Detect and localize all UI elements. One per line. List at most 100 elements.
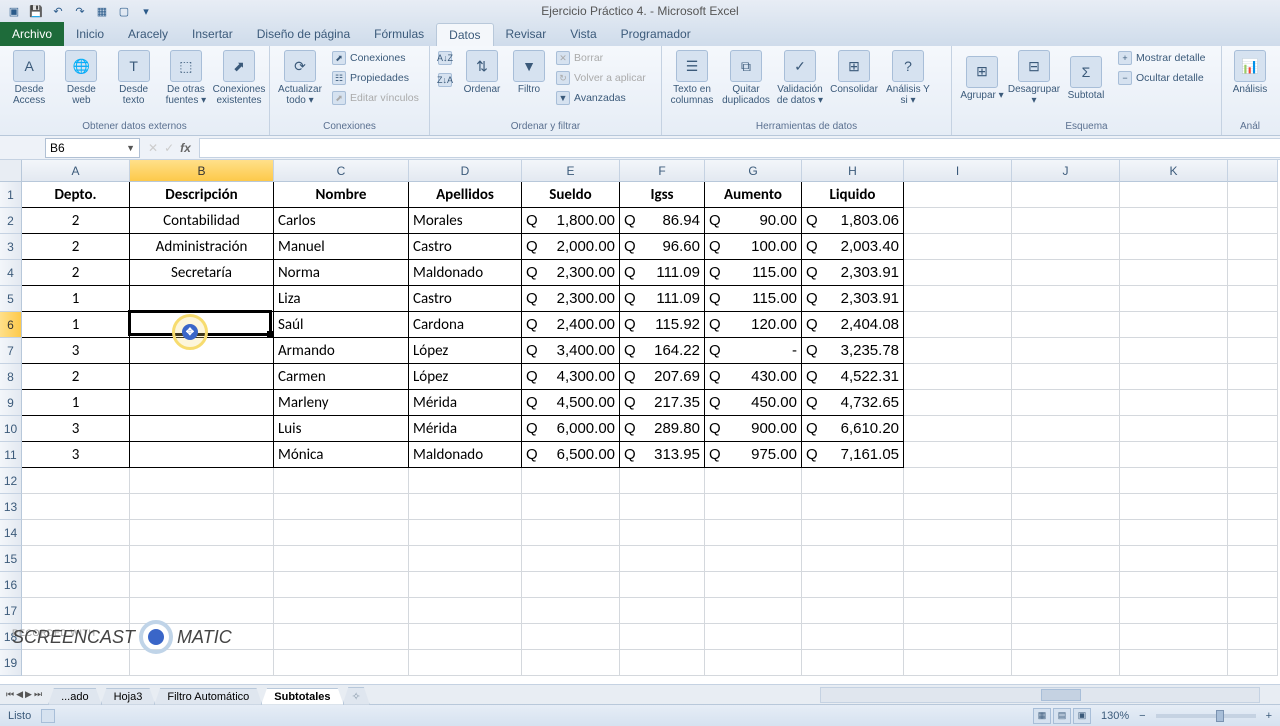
cell[interactable]: Q6,610.20	[802, 416, 904, 442]
cell[interactable]: Castro	[409, 286, 522, 312]
cell[interactable]: 2	[22, 364, 130, 390]
sort-button[interactable]: ⇅ Ordenar	[458, 48, 506, 97]
cell[interactable]	[1120, 572, 1228, 598]
cell[interactable]	[1012, 546, 1120, 572]
cell[interactable]	[1228, 416, 1278, 442]
cell[interactable]: Q4,300.00	[522, 364, 620, 390]
column-header[interactable]: E	[522, 160, 620, 182]
cell[interactable]: Q3,235.78	[802, 338, 904, 364]
cell[interactable]: Q90.00	[705, 208, 802, 234]
cell[interactable]: Q2,303.91	[802, 260, 904, 286]
cell[interactable]	[1120, 234, 1228, 260]
cell[interactable]	[130, 520, 274, 546]
cell[interactable]: Q975.00	[705, 442, 802, 468]
cell[interactable]: López	[409, 338, 522, 364]
cell[interactable]	[1012, 364, 1120, 390]
cell[interactable]	[1120, 208, 1228, 234]
cell[interactable]	[1120, 468, 1228, 494]
cell[interactable]	[1120, 364, 1228, 390]
row-header[interactable]: 5	[0, 286, 22, 312]
cell[interactable]	[130, 312, 274, 338]
cell[interactable]	[130, 338, 274, 364]
sheet-tab[interactable]: Hoja3	[101, 688, 156, 705]
cell[interactable]: Q164.22	[620, 338, 705, 364]
cell[interactable]	[1228, 234, 1278, 260]
cell[interactable]	[1012, 442, 1120, 468]
refresh-all-button[interactable]: ⟳ Actualizar todo ▾	[274, 48, 326, 108]
cell[interactable]: Q289.80	[620, 416, 705, 442]
cell[interactable]	[130, 546, 274, 572]
cell[interactable]: Q4,732.65	[802, 390, 904, 416]
column-header[interactable]	[1228, 160, 1278, 182]
row-header[interactable]: 4	[0, 260, 22, 286]
cell[interactable]: 1	[22, 286, 130, 312]
cell[interactable]	[802, 624, 904, 650]
cell[interactable]: Q86.94	[620, 208, 705, 234]
row-header[interactable]: 1	[0, 182, 22, 208]
tab-inicio[interactable]: Inicio	[64, 23, 116, 46]
horizontal-scrollbar[interactable]	[820, 687, 1260, 703]
cell[interactable]	[802, 546, 904, 572]
cell[interactable]	[1012, 234, 1120, 260]
cell[interactable]	[1228, 312, 1278, 338]
cell[interactable]	[904, 520, 1012, 546]
cell[interactable]	[1228, 442, 1278, 468]
row-header[interactable]: 16	[0, 572, 22, 598]
cell[interactable]	[904, 260, 1012, 286]
cell[interactable]	[1012, 390, 1120, 416]
cell[interactable]	[620, 546, 705, 572]
cell[interactable]: Q2,000.00	[522, 234, 620, 260]
cell[interactable]	[1120, 390, 1228, 416]
cell[interactable]: Q2,303.91	[802, 286, 904, 312]
cell[interactable]	[130, 494, 274, 520]
cell[interactable]	[1228, 182, 1278, 208]
row-header[interactable]: 15	[0, 546, 22, 572]
cell[interactable]	[620, 572, 705, 598]
cell[interactable]: Q217.35	[620, 390, 705, 416]
column-headers[interactable]: ABCDEFGHIJK	[22, 160, 1278, 182]
cell[interactable]	[1012, 624, 1120, 650]
de-otras-fuentes--button[interactable]: ⬚De otras fuentes ▾	[161, 48, 211, 108]
cell[interactable]	[1228, 494, 1278, 520]
row-header[interactable]: 8	[0, 364, 22, 390]
column-header[interactable]: H	[802, 160, 904, 182]
cell[interactable]	[409, 546, 522, 572]
an-lisis-y-si--button[interactable]: ?Análisis Y si ▾	[882, 48, 934, 108]
cell[interactable]	[409, 468, 522, 494]
sort-asc-button[interactable]: A↓Z	[434, 48, 456, 68]
cell[interactable]: Q2,300.00	[522, 260, 620, 286]
cells[interactable]: Depto.DescripciónNombreApellidosSueldoIg…	[22, 182, 1278, 676]
cell[interactable]: Q100.00	[705, 234, 802, 260]
column-header[interactable]: F	[620, 160, 705, 182]
cell[interactable]	[904, 312, 1012, 338]
name-box[interactable]: B6 ▼	[45, 138, 140, 158]
cell[interactable]	[274, 468, 409, 494]
cell[interactable]	[22, 520, 130, 546]
cell[interactable]: Castro	[409, 234, 522, 260]
cell[interactable]	[705, 650, 802, 676]
cell[interactable]: Maldonado	[409, 260, 522, 286]
cell[interactable]	[1228, 624, 1278, 650]
cell[interactable]	[802, 468, 904, 494]
cell[interactable]: Q2,300.00	[522, 286, 620, 312]
cell[interactable]	[1228, 338, 1278, 364]
cell[interactable]	[1120, 286, 1228, 312]
cell[interactable]: 2	[22, 208, 130, 234]
cell[interactable]	[274, 546, 409, 572]
cell[interactable]	[1012, 598, 1120, 624]
cell[interactable]	[522, 494, 620, 520]
row-header[interactable]: 10	[0, 416, 22, 442]
cell[interactable]	[904, 338, 1012, 364]
cell[interactable]	[904, 390, 1012, 416]
conexiones-existentes-button[interactable]: ⬈Conexiones existentes	[213, 48, 265, 108]
row-header[interactable]: 12	[0, 468, 22, 494]
save-icon[interactable]: 💾	[28, 3, 44, 19]
tab-programador[interactable]: Programador	[609, 23, 703, 46]
cell[interactable]	[904, 598, 1012, 624]
cell[interactable]	[1012, 260, 1120, 286]
cell[interactable]	[409, 650, 522, 676]
redo-icon[interactable]: ↷	[72, 3, 88, 19]
cell[interactable]	[904, 624, 1012, 650]
cell[interactable]	[705, 572, 802, 598]
view-buttons[interactable]: ▦ ▤ ▣	[1033, 708, 1091, 724]
